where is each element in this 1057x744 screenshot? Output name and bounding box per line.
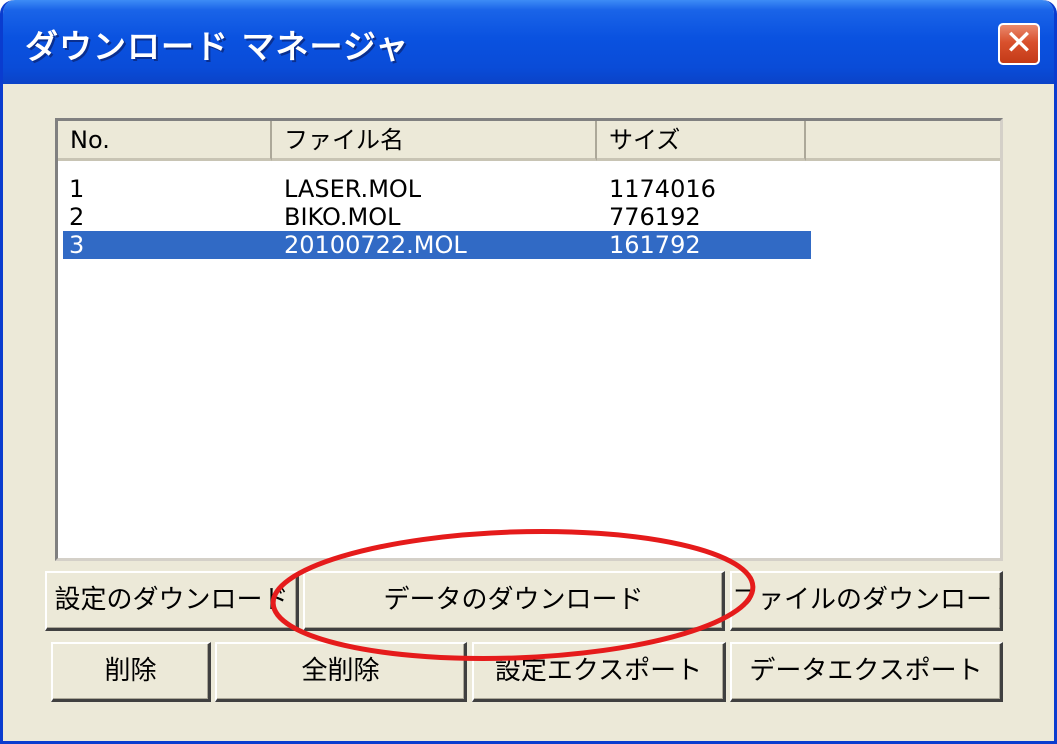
delete-all-button[interactable]: 全削除 — [215, 642, 467, 702]
list-item-selected[interactable]: 3 20100722.MOL 161792 — [63, 231, 811, 259]
list-header: No. ファイル名 サイズ — [58, 121, 1000, 161]
row-filename: BIKO.MOL — [284, 203, 401, 231]
close-button[interactable]: ✕ — [998, 23, 1040, 65]
row-filename: 20100722.MOL — [284, 231, 467, 259]
row-size: 161792 — [609, 231, 701, 259]
list-item[interactable]: 1 LASER.MOL 1174016 — [63, 175, 811, 203]
export-settings-button[interactable]: 設定エクスポート — [472, 642, 726, 702]
list-item[interactable]: 2 BIKO.MOL 776192 — [63, 203, 811, 231]
row-no: 2 — [69, 203, 85, 231]
window-title: ダウンロード マネージャ — [25, 27, 410, 66]
title-bar[interactable]: ダウンロード マネージャ ✕ — [3, 0, 1054, 84]
close-icon: ✕ — [1004, 23, 1034, 63]
row-no: 3 — [69, 231, 85, 259]
column-header-no[interactable]: No. — [58, 121, 272, 161]
file-list[interactable]: No. ファイル名 サイズ 1 LASER.MOL 1174016 2 BIKO… — [55, 118, 1003, 561]
download-settings-button[interactable]: 設定のダウンロード — [45, 571, 299, 631]
column-header-empty[interactable] — [806, 121, 1000, 161]
column-header-size[interactable]: サイズ — [597, 121, 806, 161]
download-data-button[interactable]: データのダウンロード — [303, 571, 725, 631]
download-file-button[interactable]: ファイルのダウンロード — [730, 571, 1003, 631]
download-manager-window: ダウンロード マネージャ ✕ No. ファイル名 サイズ 1 LASER.MOL… — [0, 0, 1057, 744]
row-filename: LASER.MOL — [284, 175, 422, 203]
row-no: 1 — [69, 175, 85, 203]
row-size: 1174016 — [609, 175, 716, 203]
row-size: 776192 — [609, 203, 701, 231]
export-data-button[interactable]: データエクスポート — [730, 642, 1003, 702]
column-header-filename[interactable]: ファイル名 — [272, 121, 597, 161]
delete-button[interactable]: 削除 — [51, 642, 211, 702]
